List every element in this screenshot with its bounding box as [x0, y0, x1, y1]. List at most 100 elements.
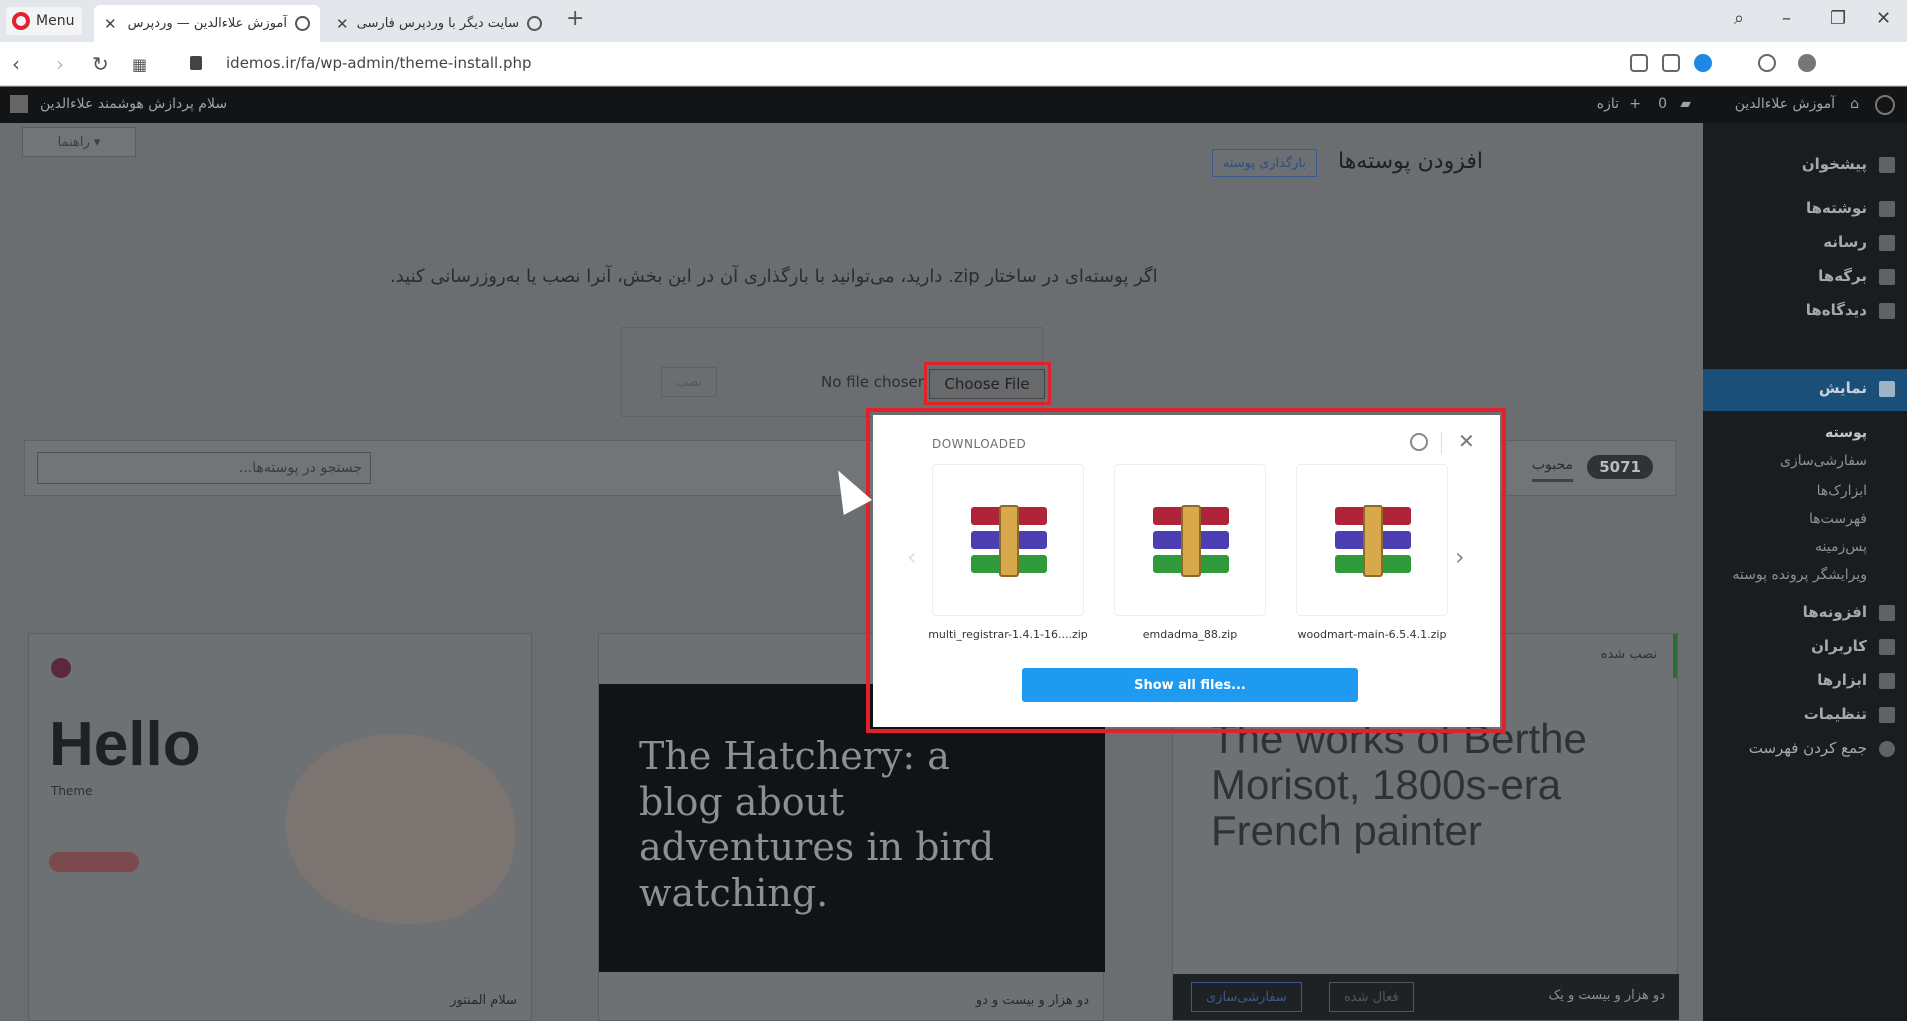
download-item[interactable]: [932, 464, 1084, 616]
globe-icon: [527, 16, 542, 31]
pages-icon: [1879, 269, 1895, 285]
card-actions: سفارشی‌سازی فعال شده دو هزار و بیست و یک: [1173, 974, 1679, 1020]
download-filename[interactable]: woodmart-main-6.5.4.1.zip: [1292, 628, 1452, 641]
url-field[interactable]: idemos.ir/fa/wp-admin/theme-install.php: [226, 54, 532, 72]
sidebar-sub-background[interactable]: پس‌زمینه: [1815, 539, 1867, 555]
users-icon: [1879, 639, 1895, 655]
send-icon[interactable]: [1726, 54, 1744, 72]
downloads-title: DOWNLOADED: [932, 437, 1027, 451]
winrar-archive-icon: [1153, 505, 1229, 577]
download-filename[interactable]: emdadma_88.zip: [1110, 628, 1270, 641]
lock-icon: [190, 56, 202, 70]
plugins-icon: [1879, 605, 1895, 621]
customize-button[interactable]: سفارشی‌سازی: [1191, 982, 1302, 1012]
user-avatar[interactable]: [10, 95, 28, 113]
tab-title: آموزش علاءالدین — وردپرس: [127, 16, 287, 31]
download-icon[interactable]: [1836, 54, 1854, 72]
close-tab-icon[interactable]: ✕: [104, 15, 117, 33]
choose-file-highlight: [924, 362, 1051, 405]
minimize-icon[interactable]: –: [1782, 8, 1791, 29]
easy-setup-icon[interactable]: [1870, 54, 1888, 72]
sidebar-item-media[interactable]: رسانه: [1823, 233, 1867, 251]
close-window-icon[interactable]: ✕: [1876, 8, 1891, 29]
comment-icon[interactable]: ▰: [1680, 96, 1691, 112]
camera-icon[interactable]: [1662, 54, 1680, 72]
sidebar-item-posts[interactable]: نوشته‌ها: [1806, 199, 1867, 217]
opera-menu-button[interactable]: Menu: [6, 7, 82, 35]
wordpress-logo-icon[interactable]: [1875, 95, 1895, 115]
theme-card-hello[interactable]: Hello Theme سلام المنتور: [28, 633, 532, 1021]
tab-other-site[interactable]: سایت دیگر با وردپرس فارسی ✕: [326, 5, 552, 42]
close-icon[interactable]: ✕: [1458, 429, 1475, 453]
search-tabs-icon[interactable]: ⌕: [1734, 8, 1744, 29]
download-item[interactable]: [1296, 464, 1448, 616]
sidebar-sub-widgets[interactable]: ابزارک‌ها: [1817, 483, 1867, 499]
reload-icon[interactable]: ↻: [92, 52, 109, 76]
cta-pill: [49, 852, 139, 872]
downloads-popup: DOWNLOADED ✕ ‹ › multi_registrar-1.4.1-1…: [873, 415, 1500, 727]
theme-card-name: دو هزار و بیست و یک: [1548, 988, 1665, 1003]
cactus-image: [285, 734, 515, 924]
install-now-button[interactable]: نصب: [661, 367, 717, 397]
sidebar-sub-customize[interactable]: سفارشی‌سازی: [1780, 453, 1867, 469]
upload-description: اگر پوسته‌ای در ساختار zip. دارید، می‌تو…: [390, 266, 1158, 287]
settings-icon: [1879, 707, 1895, 723]
no-file-label: No file chosen: [821, 373, 928, 391]
comments-count: 0: [1658, 96, 1667, 112]
dashboard-icon: [1879, 157, 1895, 173]
download-filename[interactable]: multi_registrar-1.4.1-16....zip: [928, 628, 1088, 641]
help-button[interactable]: راهنما ▾: [22, 127, 136, 157]
sidebar-sub-menus[interactable]: فهرست‌ها: [1809, 511, 1867, 527]
menu-label: Menu: [36, 13, 75, 29]
theme-card-subtitle: Theme: [51, 784, 93, 798]
sidebar-item-collapse[interactable]: جمع کردن فهرست: [1749, 739, 1867, 757]
theme-card-headline: The works of Berthe Morisot, 1800s-era F…: [1211, 715, 1587, 855]
speed-dial-icon[interactable]: ▦: [132, 55, 147, 74]
show-all-files-button[interactable]: Show all files...: [1022, 668, 1358, 702]
sidebar-item-pages[interactable]: برگه‌ها: [1818, 267, 1867, 285]
sidebar-item-users[interactable]: کاربران: [1811, 637, 1867, 655]
globe-icon: [295, 16, 310, 31]
snapshot-icon[interactable]: [1630, 54, 1648, 72]
sidebar-item-tools[interactable]: ابزارها: [1817, 671, 1867, 689]
new-content-link[interactable]: تازه: [1597, 96, 1619, 112]
home-icon: ⌂: [1850, 96, 1859, 112]
smiley-icon[interactable]: [1410, 433, 1428, 451]
new-tab-button[interactable]: +: [566, 6, 584, 31]
close-tab-icon[interactable]: ✕: [336, 15, 349, 33]
theme-card-name: دو هزار و بیست و دو: [975, 992, 1089, 1008]
chevron-right-icon[interactable]: ›: [1455, 543, 1465, 571]
tab-popular[interactable]: محبوب: [1531, 457, 1573, 482]
greeting-link[interactable]: سلام پردازش هوشمند علاءالدین: [40, 96, 227, 112]
collapse-icon: [1879, 741, 1895, 757]
sidebar-item-dashboard[interactable]: پیشخوان: [1802, 155, 1867, 173]
sidebar-item-settings[interactable]: تنظیمات: [1804, 705, 1867, 723]
sidebar-item-comments[interactable]: دیدگاه‌ها: [1806, 301, 1867, 319]
tab-title: سایت دیگر با وردپرس فارسی: [356, 16, 519, 31]
back-icon[interactable]: ‹: [12, 52, 20, 76]
heart-icon[interactable]: [1758, 54, 1776, 72]
upload-theme-button[interactable]: بارگذاری پوسته: [1211, 149, 1317, 177]
theme-card-headline: Hello: [49, 710, 201, 779]
divider: [1441, 432, 1442, 454]
sidebar-sub-themes[interactable]: پوسته: [1825, 425, 1867, 441]
theme-card-name: سلام المنتور: [450, 992, 517, 1008]
comments-icon: [1879, 303, 1895, 319]
profile-avatar-icon[interactable]: [1798, 54, 1816, 72]
download-item[interactable]: [1114, 464, 1266, 616]
tab-wordpress-active[interactable]: آموزش علاءالدین — وردپرس ✕: [94, 5, 320, 42]
sidebar-item-plugins[interactable]: افزونه‌ها: [1803, 603, 1867, 621]
brush-icon: [1879, 381, 1895, 397]
theme-search-input[interactable]: جستجو در پوسته‌ها...: [37, 452, 371, 484]
chevron-left-icon[interactable]: ‹: [907, 543, 917, 571]
media-icon: [1879, 235, 1895, 251]
maximize-icon[interactable]: ❐: [1830, 8, 1846, 29]
sidebar-item-appearance[interactable]: نمایش: [1819, 379, 1867, 397]
wp-admin-bar: ⌂ آموزش علاءالدین ▰ 0 + تازه سلام پردازش…: [0, 87, 1907, 123]
site-name-link[interactable]: آموزش علاءالدین: [1735, 96, 1835, 112]
installed-label: نصب شده: [1600, 647, 1657, 662]
sidebar-sub-theme-editor[interactable]: ویرایشگر پرونده پوسته: [1732, 567, 1867, 583]
theme-count-badge: 5071: [1587, 455, 1653, 479]
vpn-shield-icon[interactable]: [1694, 54, 1712, 72]
forward-icon[interactable]: ›: [56, 52, 64, 76]
